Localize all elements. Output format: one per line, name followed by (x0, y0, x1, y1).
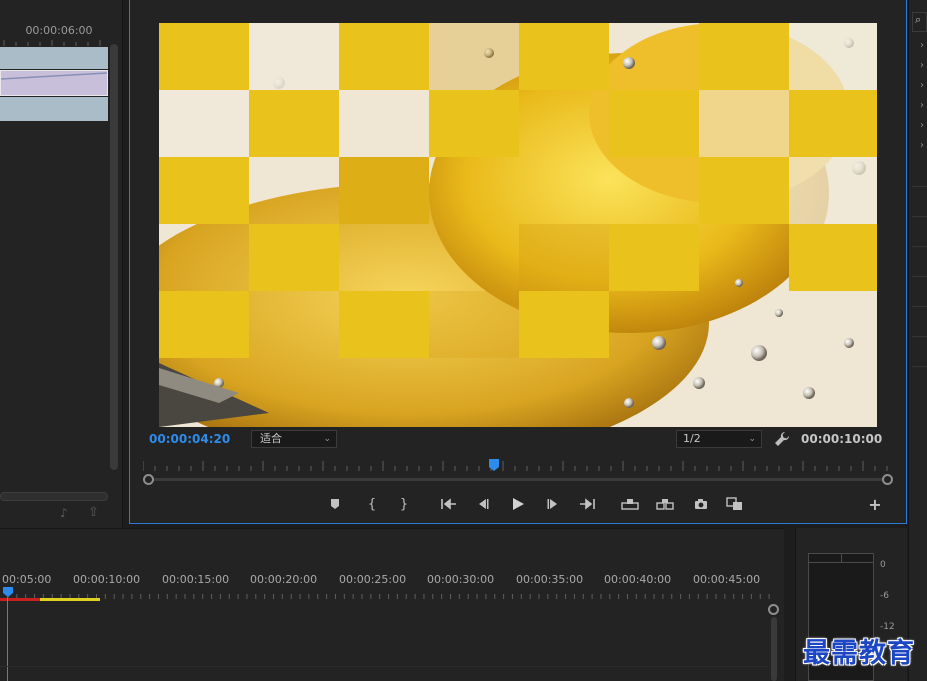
effects-panel-tab[interactable] (912, 276, 927, 304)
effects-panel-tab[interactable] (912, 366, 927, 394)
source-clip[interactable] (0, 47, 108, 69)
step-forward-button[interactable] (543, 494, 563, 514)
effects-panel-tab[interactable] (912, 306, 927, 334)
timeline-ruler[interactable] (0, 591, 770, 599)
chevron-right-icon[interactable]: › (920, 40, 924, 51)
export-frame-icon[interactable]: ⇧ (88, 505, 99, 520)
chevron-right-icon[interactable]: › (920, 80, 924, 91)
timeline-ruler-label: 00:00:35:00 (516, 573, 584, 586)
chevron-down-icon: ⌄ (748, 434, 756, 444)
play-button[interactable] (508, 494, 528, 514)
lift-icon (621, 499, 639, 510)
timeline-ruler-label: 00:00:15:00 (162, 573, 230, 586)
effects-panel-tab[interactable] (912, 246, 927, 274)
add-icon: + (868, 494, 882, 514)
go-to-out-button[interactable] (577, 494, 597, 514)
source-clip[interactable] (0, 97, 108, 121)
timeline-ruler-label: 00:00:30:00 (427, 573, 495, 586)
extract-button[interactable] (655, 494, 675, 514)
comparison-view-button[interactable] (725, 494, 745, 514)
playback-resolution-select[interactable]: 1/2 ⌄ (676, 430, 762, 448)
playback-resolution-value: 1/2 (683, 432, 701, 445)
effects-panel-tab[interactable] (912, 186, 927, 214)
render-bar-yellow (40, 598, 100, 601)
export-frame-button[interactable] (691, 494, 711, 514)
source-ruler-ticks[interactable] (0, 40, 108, 46)
go-to-in-button[interactable] (439, 494, 459, 514)
chevron-down-icon: ⌄ (323, 434, 331, 444)
track-divider (0, 666, 768, 667)
scroll-left-handle[interactable] (143, 474, 154, 485)
db-label: 0 (880, 560, 886, 570)
video-frame-image (159, 23, 877, 427)
mark-out-icon: } (399, 496, 409, 512)
current-timecode[interactable]: 00:00:04:20 (149, 432, 230, 446)
timeline-ruler-label: 00:00:20:00 (250, 573, 318, 586)
chevron-right-icon[interactable]: › (920, 140, 924, 151)
step-back-button[interactable] (473, 494, 493, 514)
timeline-scroll-handle[interactable] (768, 604, 779, 615)
lift-button[interactable] (620, 494, 640, 514)
timeline-ruler-label: 00:00:45:00 (693, 573, 761, 586)
source-vertical-scrollbar[interactable] (110, 44, 118, 470)
add-marker-button[interactable] (325, 494, 345, 514)
go-to-in-icon (441, 498, 456, 510)
audio-scrub-icon[interactable]: ♪ (60, 506, 68, 520)
extract-icon (656, 499, 674, 510)
timeline-ruler-label: 00:00:25:00 (339, 573, 407, 586)
monitor-zoom-scrollbar[interactable] (143, 474, 893, 485)
button-editor-add-button[interactable]: + (865, 494, 885, 514)
db-label: -6 (880, 591, 889, 601)
timeline-ruler-label: 00:00:40:00 (604, 573, 672, 586)
step-forward-icon (547, 499, 557, 509)
search-icon[interactable]: ⌕ (912, 12, 927, 32)
scroll-right-handle[interactable] (882, 474, 893, 485)
monitor-playhead[interactable] (488, 459, 499, 471)
render-bar-red (0, 598, 40, 601)
effects-panel-tab[interactable] (912, 216, 927, 244)
timeline-ruler-label: 00:00:10:00 (73, 573, 141, 586)
chevron-right-icon[interactable]: › (920, 120, 924, 131)
chevron-right-icon[interactable]: › (920, 60, 924, 71)
marker-icon (331, 499, 339, 509)
duration-timecode: 00:00:10:00 (801, 432, 883, 446)
chevron-right-icon[interactable]: › (920, 100, 924, 111)
timeline-playhead[interactable] (3, 587, 13, 597)
mark-in-icon: { (367, 496, 377, 512)
wrench-icon[interactable] (774, 431, 790, 447)
timeline-playhead-line (7, 597, 8, 681)
go-to-out-icon (580, 498, 595, 510)
mark-out-button[interactable]: } (394, 494, 414, 514)
zoom-level-select[interactable]: 适合 ⌄ (251, 430, 337, 448)
mark-in-button[interactable]: { (362, 494, 382, 514)
watermark-logo: 最需教育 (803, 638, 915, 669)
monitor-time-ruler[interactable] (143, 459, 889, 471)
step-back-icon (479, 499, 489, 509)
play-icon (513, 498, 524, 510)
effects-panel-tab[interactable] (912, 336, 927, 364)
camera-icon (695, 499, 707, 509)
timeline-vertical-scrollbar[interactable] (771, 617, 777, 681)
source-clip-selected[interactable] (0, 70, 108, 96)
compare-icon (726, 497, 742, 510)
source-ruler-time: 00:00:06:00 (25, 24, 93, 37)
timeline-ruler-label: 00:05:00 (2, 573, 52, 586)
zoom-level-value: 适合 (260, 432, 282, 445)
video-preview[interactable] (159, 23, 877, 427)
sequence-timeline-panel (0, 528, 784, 681)
source-horizontal-scrollbar[interactable] (0, 492, 108, 501)
